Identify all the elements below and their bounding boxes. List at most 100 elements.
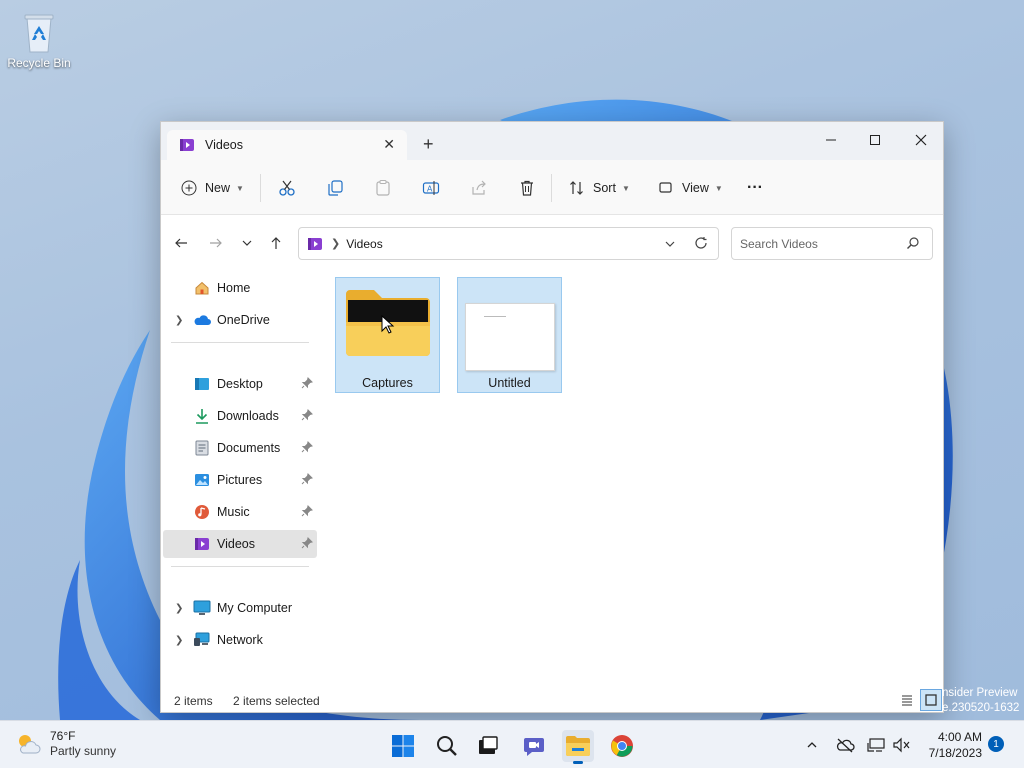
rename-button[interactable]: A — [422, 176, 440, 200]
start-button[interactable] — [387, 730, 419, 762]
close-window-button[interactable] — [899, 126, 943, 154]
back-button[interactable] — [171, 233, 191, 253]
file-explorer-taskbar-button[interactable] — [562, 730, 594, 764]
share-icon — [472, 180, 486, 195]
search-input[interactable]: Search Videos — [740, 237, 818, 251]
file-list: Captures Untitled — [321, 271, 945, 691]
onedrive-tray-button[interactable] — [834, 735, 856, 755]
file-item-captures[interactable]: Captures — [335, 277, 440, 393]
watermark-line: nsider Preview — [942, 687, 1018, 699]
paste-button[interactable] — [374, 176, 392, 200]
clock-date: 7/18/2023 — [928, 746, 982, 760]
volume-tray-button[interactable] — [891, 735, 913, 755]
sidebar-item-documents[interactable]: Documents — [163, 434, 317, 462]
copy-button[interactable] — [326, 176, 344, 200]
sidebar-item-music[interactable]: Music — [163, 498, 317, 526]
file-item-untitled[interactable]: Untitled — [457, 277, 562, 393]
chevron-right-icon[interactable]: ❯ — [175, 603, 183, 614]
share-button[interactable] — [470, 176, 488, 200]
sidebar-item-network[interactable]: ❯ Network — [163, 626, 317, 654]
address-dropdown-icon[interactable] — [664, 238, 676, 253]
chevron-right-icon[interactable]: ❯ — [175, 315, 183, 326]
pin-icon[interactable] — [301, 505, 313, 520]
sidebar-item-desktop[interactable]: Desktop — [163, 370, 317, 398]
watermark-line: e.230520-1632 — [942, 702, 1020, 714]
sort-button[interactable]: Sort ▼ — [569, 176, 630, 200]
network-monitor-icon — [867, 738, 885, 752]
sidebar-item-pictures[interactable]: Pictures — [163, 466, 317, 494]
chevron-down-icon: ▼ — [621, 183, 630, 193]
maximize-button[interactable] — [853, 126, 897, 154]
file-name: Untitled — [488, 376, 531, 390]
notification-badge[interactable]: 1 — [988, 736, 1004, 752]
up-button[interactable] — [266, 233, 286, 253]
pin-icon[interactable] — [301, 441, 313, 456]
download-arrow-icon — [193, 407, 211, 425]
document-icon — [193, 439, 211, 457]
pin-icon[interactable] — [301, 377, 313, 392]
new-button-label: New — [205, 181, 231, 195]
status-bar: 2 items 2 items selected — [161, 688, 943, 712]
onedrive-cloud-icon — [193, 311, 211, 329]
breadcrumb-videos[interactable]: Videos — [346, 237, 382, 251]
close-tab-icon[interactable]: ✕ — [383, 136, 395, 153]
plus-circle-icon — [181, 180, 197, 196]
task-view-button[interactable] — [472, 730, 504, 762]
sidebar-item-videos[interactable]: Videos — [163, 530, 317, 558]
sidebar-item-label: Documents — [217, 441, 281, 455]
more-options-button[interactable]: ··· — [747, 176, 763, 200]
minimize-button[interactable] — [809, 126, 853, 154]
sidebar-item-downloads[interactable]: Downloads — [163, 402, 317, 430]
view-icon — [659, 182, 672, 193]
sidebar-item-onedrive[interactable]: ❯ OneDrive — [163, 306, 317, 334]
chrome-taskbar-button[interactable] — [606, 730, 638, 762]
videos-folder-icon — [308, 237, 322, 250]
recent-locations-button[interactable] — [237, 233, 257, 253]
delete-button[interactable] — [518, 176, 536, 200]
new-tab-button[interactable]: + — [423, 134, 434, 155]
large-icons-view-icon[interactable] — [920, 689, 942, 711]
refresh-icon[interactable] — [694, 236, 708, 253]
cloud-offline-icon — [836, 738, 855, 753]
network-tray-button[interactable] — [866, 735, 888, 755]
pin-icon[interactable] — [301, 473, 313, 488]
search-box[interactable]: Search Videos — [731, 227, 933, 260]
details-view-icon[interactable] — [899, 692, 915, 711]
search-button[interactable] — [431, 730, 463, 762]
teams-chat-button[interactable] — [518, 730, 550, 762]
computer-icon — [193, 599, 211, 617]
cut-button[interactable] — [278, 176, 296, 200]
sidebar-item-my-computer[interactable]: ❯ My Computer — [163, 594, 317, 622]
minimize-icon — [826, 139, 836, 141]
show-hidden-icons-button[interactable] — [801, 735, 823, 755]
weather-widget[interactable]: 76°F Partly sunny — [14, 729, 116, 759]
forward-button[interactable] — [206, 233, 226, 253]
address-bar[interactable]: ❯ Videos — [298, 227, 719, 260]
chevron-right-icon[interactable]: ❯ — [175, 635, 183, 646]
pin-icon[interactable] — [301, 537, 313, 552]
tab-videos[interactable]: Videos ✕ — [167, 130, 407, 160]
item-count: 2 items — [174, 694, 213, 708]
chat-icon — [524, 738, 544, 756]
desktop-icon — [193, 375, 211, 393]
build-watermark: nsider Preview e.230520-1632 — [942, 686, 1019, 716]
navigation-pane: Home ❯ OneDrive Desktop Downloads Docume… — [161, 271, 321, 691]
recycle-bin[interactable]: Recycle Bin — [6, 8, 72, 70]
clock-time: 4:00 AM — [937, 730, 982, 744]
sidebar-item-home[interactable]: Home — [163, 274, 317, 302]
chrome-icon — [611, 735, 633, 757]
tab-title: Videos — [205, 138, 243, 152]
sidebar-item-label: Home — [217, 281, 251, 295]
music-icon — [193, 503, 211, 521]
clock[interactable]: 4:00 AM 7/18/2023 — [920, 729, 982, 761]
sidebar-item-label: Desktop — [217, 377, 263, 391]
chevron-up-icon — [807, 742, 817, 748]
videos-folder-icon — [193, 535, 211, 553]
pin-icon[interactable] — [301, 409, 313, 424]
new-button[interactable]: New ▼ — [181, 176, 244, 200]
title-bar: Videos ✕ + — [161, 122, 943, 160]
recycle-bin-label: Recycle Bin — [7, 56, 71, 70]
view-button[interactable]: View ▼ — [658, 176, 723, 200]
sidebar-item-label: Downloads — [217, 409, 279, 423]
paste-icon — [376, 180, 390, 196]
